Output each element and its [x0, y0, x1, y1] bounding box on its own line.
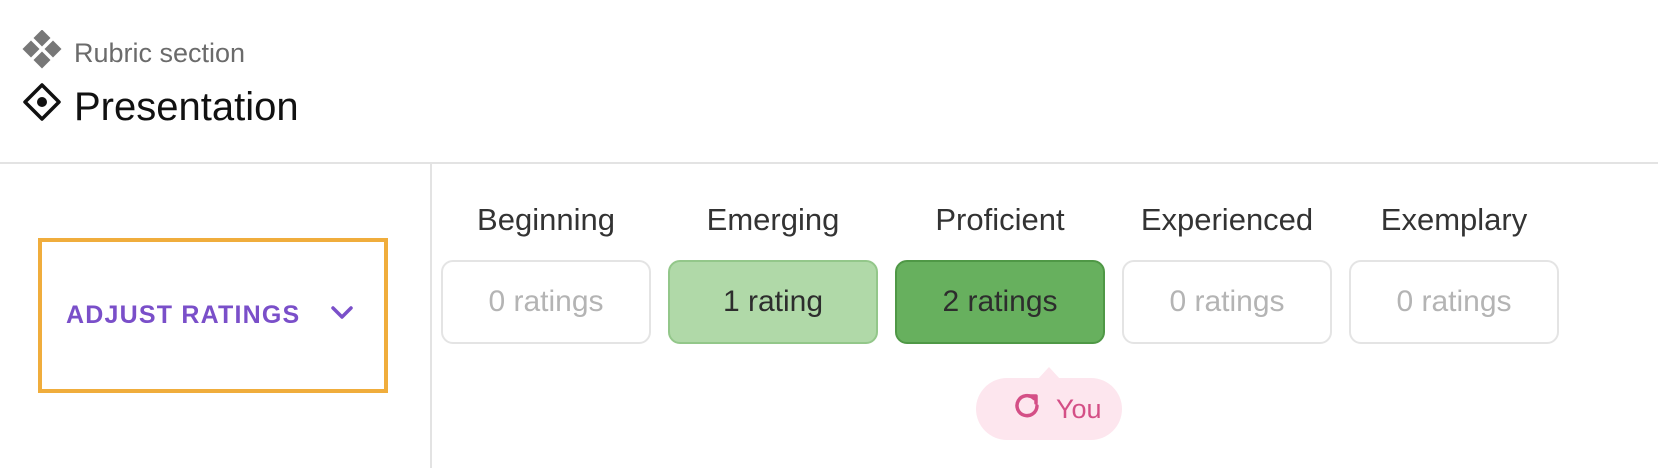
rating-levels: Beginning 0 ratings Emerging 1 rating Pr… — [432, 164, 1658, 468]
section-label-text: Rubric section — [74, 38, 246, 68]
level-name: Exemplary — [1380, 202, 1528, 237]
you-rating-tag: You — [976, 367, 1122, 440]
refresh-icon — [1010, 389, 1044, 430]
section-label: Rubric section — [22, 29, 246, 77]
rating-count-box[interactable]: 1 rating — [668, 260, 878, 344]
adjust-pane: ADJUST RATINGS — [0, 164, 432, 468]
page-title-text: Presentation — [74, 84, 299, 129]
level-name: Beginning — [477, 202, 615, 237]
page-title: Presentation — [22, 82, 299, 132]
adjust-ratings-label: ADJUST RATINGS — [66, 301, 301, 329]
level-name: Emerging — [706, 202, 840, 237]
rubric-header: Rubric section Presentation — [0, 0, 1658, 164]
rating-count-box[interactable]: 0 ratings — [1122, 260, 1332, 344]
adjust-ratings-button[interactable]: ADJUST RATINGS — [38, 238, 388, 393]
criterion-diamond-icon — [22, 82, 62, 132]
level-name: Proficient — [935, 202, 1065, 237]
you-label: You — [1056, 393, 1102, 424]
chevron-down-icon — [300, 299, 356, 332]
rating-count-box[interactable]: 0 ratings — [441, 260, 651, 344]
rating-count-box[interactable]: 0 ratings — [1349, 260, 1559, 344]
rating-count-box[interactable]: 2 ratings — [895, 260, 1105, 344]
rubric-section-icon — [22, 29, 62, 77]
level-name: Experienced — [1140, 202, 1314, 237]
